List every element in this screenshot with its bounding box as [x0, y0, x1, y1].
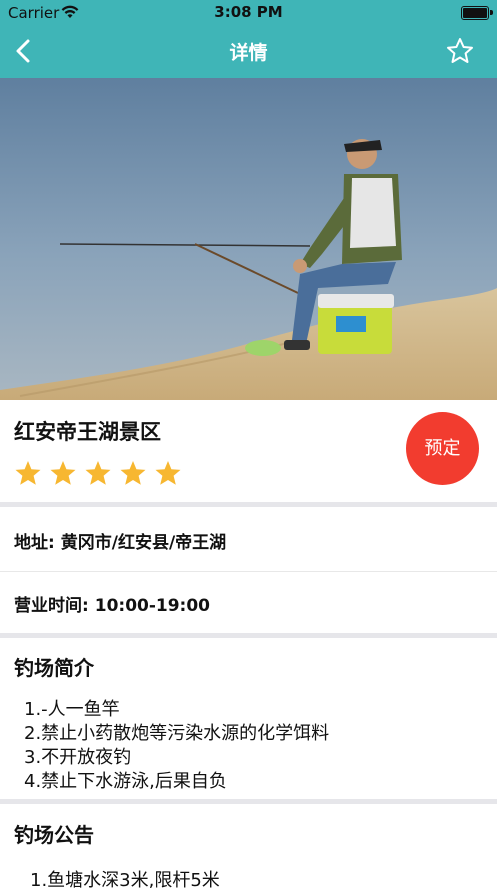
status-time: 3:08 PM — [214, 3, 283, 21]
hours-label: 营业时间: — [14, 596, 89, 616]
star-filled-icon — [50, 461, 76, 485]
address-value: 黄冈市/红安县/帝王湖 — [60, 533, 227, 553]
hero-photo — [0, 78, 497, 400]
spot-info: 红安帝王湖景区 预定 — [0, 400, 497, 502]
star-filled-icon — [85, 461, 111, 485]
hours-value: 10:00-19:00 — [94, 596, 211, 616]
intro-line: 4.禁止下水游泳,后果自负 — [24, 771, 227, 792]
favorite-button[interactable] — [445, 36, 475, 66]
section-divider — [0, 502, 497, 507]
star-filled-icon — [155, 461, 181, 485]
intro-line: 1.-人一鱼竿 — [24, 699, 120, 720]
star-outline-icon — [447, 38, 473, 63]
battery-icon — [461, 6, 493, 20]
notice-title: 钓场公告 — [14, 823, 94, 847]
rating-stars — [14, 460, 184, 490]
intro-line: 3.不开放夜钓 — [24, 747, 132, 768]
star-filled-icon — [15, 461, 41, 485]
section-divider — [0, 633, 497, 638]
nav-bar: 详情 — [0, 26, 497, 78]
spot-name: 红安帝王湖景区 — [14, 420, 161, 444]
page-title: 详情 — [229, 42, 268, 64]
book-button[interactable]: 预定 — [406, 412, 479, 485]
hours-row: 营业时间: 10:00-19:00 — [14, 591, 210, 616]
address-row: 地址: 黄冈市/红安县/帝王湖 — [14, 528, 226, 553]
row-divider — [0, 571, 497, 572]
intro-line: 2.禁止小药散炮等污染水源的化学饵料 — [24, 723, 330, 744]
address-label: 地址: — [14, 533, 55, 553]
intro-title: 钓场简介 — [14, 656, 94, 680]
section-divider — [0, 799, 497, 804]
star-filled-icon — [120, 461, 146, 485]
notice-line: 1.鱼塘水深3米,限杆5米 — [30, 870, 220, 891]
status-bar: Carrier 3:08 PM — [0, 0, 497, 26]
